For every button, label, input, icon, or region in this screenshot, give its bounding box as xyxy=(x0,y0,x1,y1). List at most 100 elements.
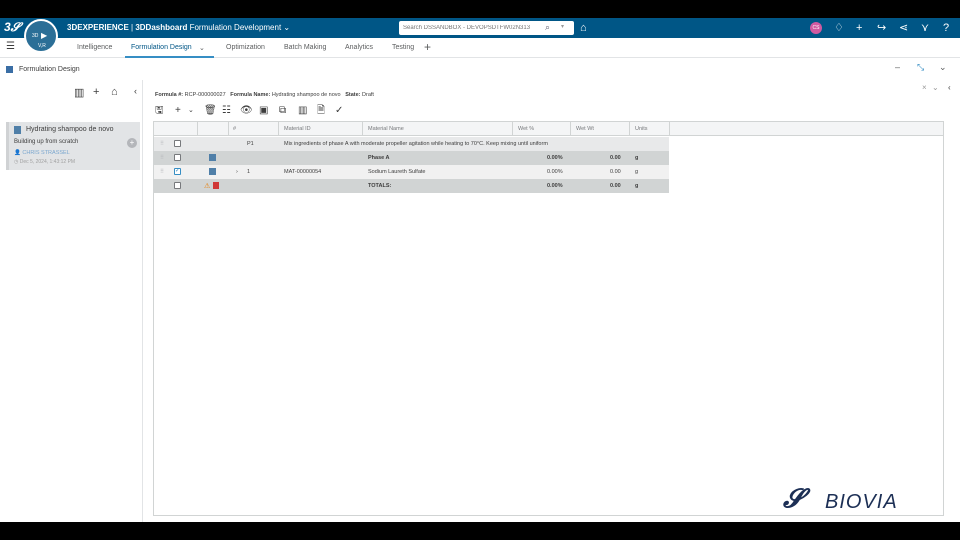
columns-icon[interactable]: ▥ xyxy=(298,104,307,118)
card-add-icon[interactable]: + xyxy=(127,138,137,148)
material-units[interactable]: g xyxy=(635,169,638,175)
phase-wet-pct: 0.00% xyxy=(547,155,563,161)
section-header: Formulation Design – ⤡ ⌄ xyxy=(0,58,960,80)
avatar[interactable]: CS xyxy=(810,22,822,34)
table-row-process[interactable]: ⠿ P1 Mix ingredients of phase A with mod… xyxy=(154,137,669,151)
formula-state: Draft xyxy=(362,92,374,98)
material-name: Sodium Laureth Sulfate xyxy=(368,169,426,175)
biovia-logo-text: BIOVIA xyxy=(825,491,898,513)
drag-handle-icon[interactable]: ⠿ xyxy=(160,141,164,147)
formula-card[interactable]: Hydrating shampoo de novo Building up fr… xyxy=(6,122,140,170)
menu-icon[interactable]: ☰ xyxy=(6,41,15,52)
material-icon xyxy=(209,168,216,175)
row-checkbox[interactable] xyxy=(174,182,181,189)
close-icon[interactable]: × xyxy=(922,83,927,92)
col-header-material-id[interactable]: Material ID xyxy=(284,126,311,132)
tag-icon[interactable]: ⌂ xyxy=(580,21,587,35)
app-name-label: Formulation Development xyxy=(189,23,282,32)
options-chevron-icon[interactable]: ⌄ xyxy=(932,83,939,92)
formula-card-date: ◷ Dec 5, 2024, 1:43:12 PM xyxy=(14,159,76,165)
totals-wet-pct: 0.00% xyxy=(547,183,563,189)
home-icon[interactable]: ⌂ xyxy=(111,86,118,98)
search-box[interactable]: ⌕ ▾ xyxy=(399,21,574,35)
compass-label-vr: V,R xyxy=(38,43,46,49)
notifications-icon[interactable]: ♢ xyxy=(834,21,844,35)
search-icon[interactable]: ⌕ xyxy=(545,22,550,33)
delete-icon[interactable]: 🗑 xyxy=(204,104,217,118)
tab-batch-making[interactable]: Batch Making xyxy=(284,44,326,51)
warning-icon[interactable]: ⚠ xyxy=(204,183,210,191)
phase-name: Phase A xyxy=(368,155,390,161)
material-wet-pct[interactable]: 0.00% xyxy=(547,169,563,175)
col-header-units[interactable]: Units xyxy=(635,126,648,132)
drag-handle-icon[interactable]: ⠿ xyxy=(160,169,164,175)
phase-wet-wt: 0.00 xyxy=(610,155,621,161)
brand-label: 3DEXPERIENCE xyxy=(67,23,129,32)
totals-label: TOTALS: xyxy=(368,183,392,189)
formula-card-icon xyxy=(14,126,21,134)
apps-icon[interactable]: ⋎ xyxy=(921,21,929,35)
totals-units: g xyxy=(635,183,639,189)
tab-bar: ☰ Intelligence Formulation Design ⌄ Opti… xyxy=(0,38,960,58)
network-icon[interactable]: ⋖ xyxy=(899,21,908,35)
help-icon[interactable]: ? xyxy=(943,21,949,35)
tab-optimization[interactable]: Optimization xyxy=(226,44,265,51)
grid-header: # Material ID Material Name Wet % Wet Wt… xyxy=(154,122,943,136)
formula-grid: # Material ID Material Name Wet % Wet Wt… xyxy=(153,121,944,516)
tab-analytics[interactable]: Analytics xyxy=(345,44,373,51)
add-formula-icon[interactable]: + xyxy=(93,86,99,98)
view-icon[interactable]: 👁 xyxy=(240,104,253,118)
save-icon[interactable]: 🖫 xyxy=(155,104,164,118)
col-header-wet-wt[interactable]: Wet Wt xyxy=(576,126,594,132)
chevron-down-icon[interactable]: ⌄ xyxy=(939,62,947,73)
formula-editor: × ⌄ ‹ Formula #: RCP-000000027 Formula N… xyxy=(143,80,960,522)
add-icon[interactable]: + xyxy=(856,21,862,35)
row-checkbox[interactable] xyxy=(174,154,181,161)
display-icon[interactable]: ▣ xyxy=(259,104,268,118)
play-icon: ▶ xyxy=(41,31,48,40)
material-id[interactable]: MAT-00000054 xyxy=(284,169,321,175)
tab-chevron-down-icon[interactable]: ⌄ xyxy=(199,44,205,52)
row-checkbox[interactable] xyxy=(174,140,181,147)
process-text: Mix ingredients of phase A with moderate… xyxy=(284,141,548,147)
expand-chevron-icon[interactable]: › xyxy=(236,169,238,175)
collapse-left-icon[interactable]: ‹ xyxy=(134,86,137,96)
chevron-down-icon[interactable]: ⌄ xyxy=(283,23,290,32)
drag-handle-icon[interactable]: ⠿ xyxy=(160,155,164,161)
minimize-icon[interactable]: – xyxy=(895,62,900,72)
compass-icon[interactable]: 3D ▶ V,R xyxy=(24,19,58,53)
error-icon[interactable] xyxy=(213,182,219,189)
row-checkbox-checked[interactable]: ✓ xyxy=(174,168,181,175)
expand-right-icon[interactable]: ‹ xyxy=(948,83,951,92)
app-title[interactable]: 3DEXPERIENCE | 3DDashboard Formulation D… xyxy=(67,23,290,32)
search-input[interactable] xyxy=(403,22,543,34)
tab-intelligence[interactable]: Intelligence xyxy=(77,44,112,51)
formula-card-user[interactable]: 👤 CHRIS STRASSEL xyxy=(14,150,70,156)
replace-icon[interactable]: ⧉ xyxy=(279,104,286,118)
validate-icon[interactable]: ✓ xyxy=(335,104,343,118)
tab-formulation-design[interactable]: Formulation Design xyxy=(131,44,192,51)
table-row-totals[interactable]: ⚠ TOTALS: 0.00% 0.00 g xyxy=(154,179,669,193)
add-tab-icon[interactable]: + xyxy=(424,40,431,54)
report-icon[interactable]: 🗎 xyxy=(317,104,325,118)
insert-icon[interactable]: + xyxy=(175,104,181,118)
totals-wet-wt: 0.00 xyxy=(610,183,621,189)
col-header-wet-pct[interactable]: Wet % xyxy=(518,126,534,132)
ds-logo-icon[interactable]: 3𝓢 xyxy=(4,20,20,35)
search-scope-chevron-icon[interactable]: ▾ xyxy=(561,23,564,30)
table-row-phase[interactable]: ⠿ Phase A 0.00% 0.00 g xyxy=(154,151,669,165)
phase-units: g xyxy=(635,155,639,161)
tab-testing[interactable]: Testing xyxy=(392,44,414,51)
col-header-num[interactable]: # xyxy=(233,126,236,132)
ds-logo-mark: 𝓢 xyxy=(783,483,804,513)
table-row-material[interactable]: ⠿ ✓ › 1 MAT-00000054 Sodium Laureth Sulf… xyxy=(154,165,669,179)
col-header-material-name[interactable]: Material Name xyxy=(368,126,404,132)
row-num: 1 xyxy=(247,169,251,175)
layout-icon[interactable]: ▥ xyxy=(74,86,84,99)
formula-name: Hydrating shampoo de novo xyxy=(271,92,341,98)
share-icon[interactable]: ↪ xyxy=(877,21,886,35)
collapse-icon[interactable]: ⤡ xyxy=(917,62,924,73)
list-icon[interactable]: ☷ xyxy=(222,104,231,118)
insert-chevron-icon[interactable]: ⌄ xyxy=(188,104,194,118)
material-wet-wt[interactable]: 0.00 xyxy=(610,169,621,175)
